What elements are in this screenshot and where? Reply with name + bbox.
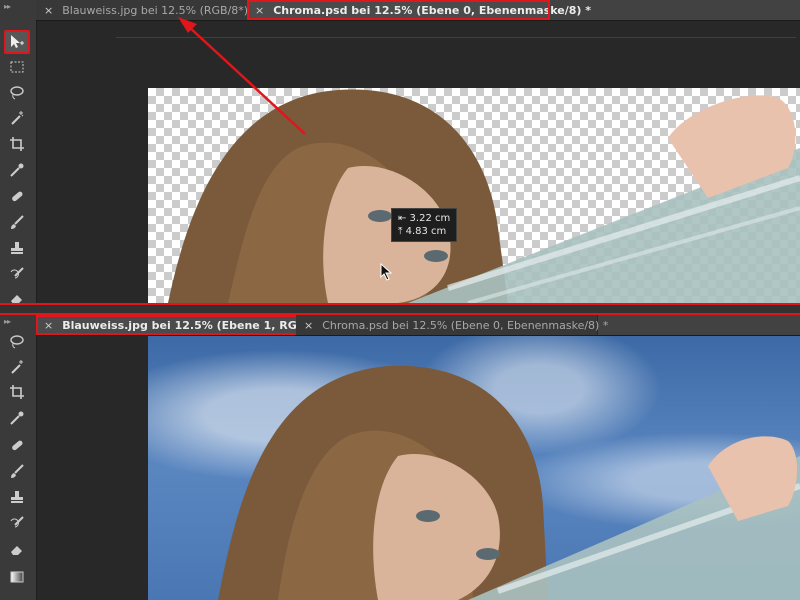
annotation-arrow-icon: [178, 17, 306, 135]
